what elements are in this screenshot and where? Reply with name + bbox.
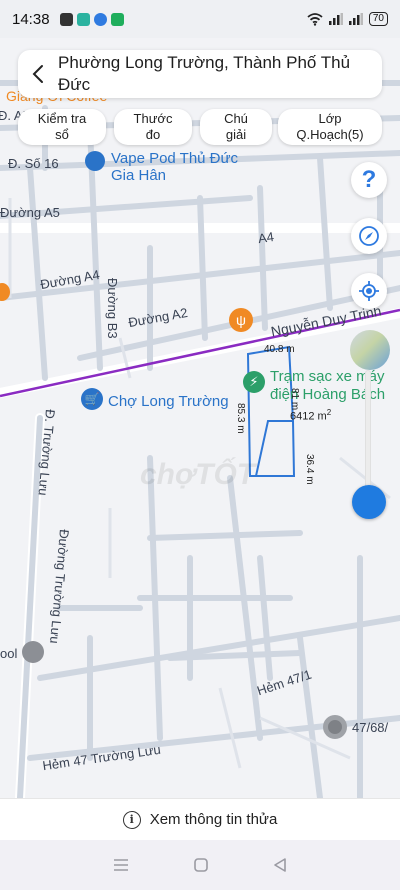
- system-nav-bar: [0, 840, 400, 890]
- plot-top-edge: 40.8 m: [264, 344, 295, 355]
- parcel-info-bar[interactable]: i Xem thông tin thửa: [0, 798, 400, 840]
- back-nav-icon[interactable]: [273, 858, 287, 872]
- plot-area-unit-sup: 2: [326, 408, 332, 417]
- watermark: chợTỐT: [140, 458, 256, 491]
- plot-right-edge: 36.4 m: [304, 454, 315, 485]
- status-bar: 14:38 70: [0, 0, 400, 38]
- status-right: 70: [307, 12, 388, 26]
- label-vape: Vape Pod Thủ Đức Gia Hân: [111, 150, 239, 184]
- my-location-button[interactable]: [351, 273, 387, 309]
- messenger-icon: [93, 12, 107, 26]
- wifi-icon: [307, 12, 323, 26]
- charging-marker-icon[interactable]: ⚡: [243, 371, 265, 393]
- parcel-info-text: Xem thông tin thửa: [149, 811, 278, 828]
- market-marker-icon[interactable]: 🛒: [81, 388, 103, 410]
- plot-left-edge: 85.3 m: [235, 403, 246, 434]
- battery-icon: 70: [368, 12, 388, 26]
- info-icon: i: [122, 810, 141, 829]
- label-school: ool: [0, 646, 18, 661]
- crosshair-icon: [359, 281, 379, 301]
- chip-lop-quy-hoach[interactable]: Lớp Q.Hoạch(5): [278, 109, 382, 145]
- chevron-left-icon: [32, 65, 43, 83]
- school-marker-icon[interactable]: [22, 641, 44, 663]
- status-time: 14:38: [12, 10, 50, 28]
- shield-icon: [110, 12, 124, 26]
- back-button[interactable]: [18, 50, 58, 98]
- label-a4-right: A4: [257, 228, 275, 247]
- map-view[interactable]: ψ ⚡ 🛒 Giang Ơi Coffee Đ. A5 Đ. Số 16 Vap…: [0, 38, 400, 798]
- check-icon: [76, 12, 90, 26]
- compass-icon: [359, 226, 379, 246]
- status-app-icons: [59, 12, 124, 26]
- plot-area-value: 6412 m: [290, 410, 327, 423]
- question-icon: ?: [361, 166, 377, 193]
- plot-inner-edge: 81 m: [289, 388, 300, 411]
- header-card: Phường Long Trường, Thành Phố Thủ Đức: [18, 50, 382, 98]
- shop-marker-icon[interactable]: [85, 151, 105, 171]
- page-title: Phường Long Trường, Thành Phố Thủ Đức: [58, 53, 351, 94]
- compass-button[interactable]: [351, 218, 387, 254]
- restaurant-marker-icon[interactable]: ψ: [229, 308, 253, 332]
- opacity-slider-track[interactable]: [365, 370, 371, 500]
- signal-icon: [328, 13, 343, 25]
- help-button[interactable]: ?: [351, 162, 387, 198]
- map-layer-thumbnail[interactable]: [350, 330, 390, 370]
- location-pin-icon[interactable]: [323, 715, 347, 739]
- chip-thuoc-do[interactable]: Thước đo: [114, 109, 192, 145]
- home-icon[interactable]: [194, 858, 208, 872]
- label-a5: Đường A5: [0, 205, 60, 220]
- signal-icon: [348, 13, 363, 25]
- menu-icon[interactable]: [113, 858, 129, 872]
- chip-chu-giai[interactable]: Chú giải: [200, 109, 272, 145]
- opacity-slider-thumb[interactable]: [352, 485, 386, 519]
- chip-row: Kiểm tra sổ Thước đo Chú giải Lớp Q.Hoạc…: [18, 109, 382, 145]
- label-so16: Đ. Số 16: [8, 156, 59, 171]
- label-b3: Đường B3: [105, 278, 120, 339]
- label-house-no: 47/68/: [352, 720, 389, 735]
- chip-kiem-tra-so[interactable]: Kiểm tra sổ: [18, 109, 106, 145]
- facebook-icon: [59, 12, 73, 26]
- label-cho: Chợ Long Trường: [108, 393, 229, 410]
